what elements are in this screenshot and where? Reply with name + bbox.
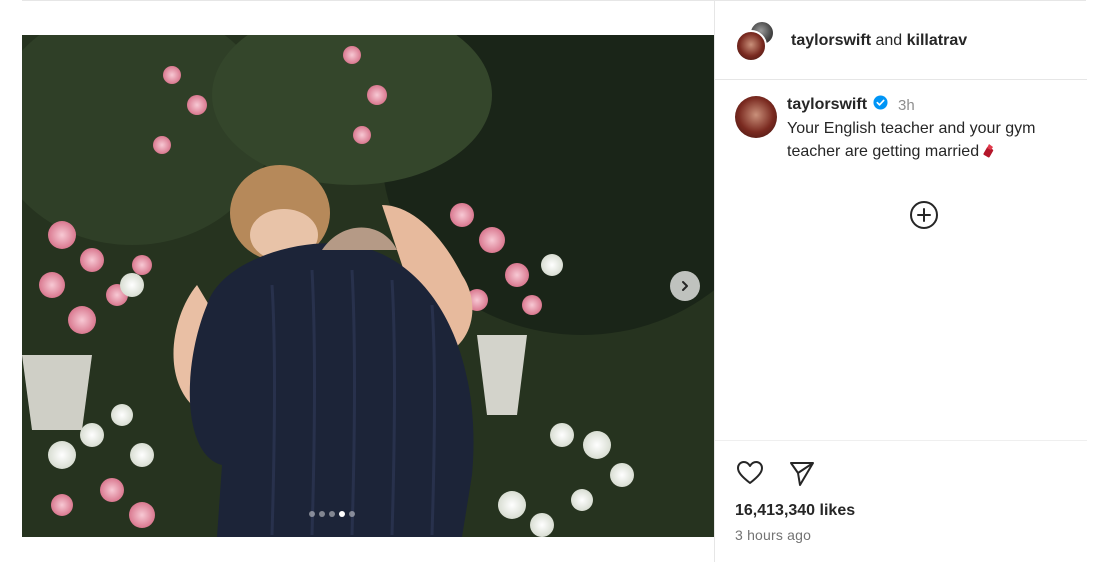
carousel-indicator bbox=[309, 511, 355, 517]
avatar-taylorswift[interactable] bbox=[735, 30, 767, 62]
caption-username[interactable]: taylorswift bbox=[787, 96, 867, 114]
likes-count[interactable]: 16,413,340 likes bbox=[735, 502, 855, 520]
lipstick-emoji-icon bbox=[981, 142, 997, 165]
post-timestamp: 3 hours ago bbox=[735, 527, 812, 543]
verified-badge-icon bbox=[873, 95, 888, 115]
header-conjunction: and bbox=[875, 32, 903, 49]
carousel-dot bbox=[349, 511, 355, 517]
carousel-next-button[interactable] bbox=[670, 271, 700, 301]
carousel-dot-active bbox=[339, 511, 345, 517]
header-username-1[interactable]: taylorswift bbox=[791, 32, 871, 49]
paper-plane-icon[interactable] bbox=[787, 458, 817, 488]
heart-icon[interactable] bbox=[735, 458, 765, 488]
collab-title: taylorswift and killatrav bbox=[791, 32, 967, 50]
post-header: taylorswift and killatrav bbox=[715, 0, 1087, 80]
post-photo[interactable] bbox=[22, 35, 714, 537]
post-side-panel: taylorswift and killatrav taylorswift 3h… bbox=[714, 0, 1087, 562]
photo-illustration bbox=[22, 35, 714, 537]
header-username-2[interactable]: killatrav bbox=[907, 32, 967, 49]
caption-avatar[interactable] bbox=[735, 96, 777, 138]
plus-circle-icon[interactable] bbox=[909, 200, 939, 230]
collab-avatars[interactable] bbox=[735, 20, 779, 64]
chevron-right-icon bbox=[678, 279, 692, 293]
actions-divider bbox=[715, 440, 1087, 441]
caption-time[interactable]: 3h bbox=[898, 97, 915, 114]
caption-text: Your English teacher and your gym teache… bbox=[787, 120, 1036, 160]
caption-body: taylorswift 3h Your English teacher and … bbox=[787, 94, 1087, 165]
carousel-dot bbox=[309, 511, 315, 517]
carousel-dot bbox=[329, 511, 335, 517]
carousel-dot bbox=[319, 511, 325, 517]
post-actions bbox=[735, 458, 817, 488]
